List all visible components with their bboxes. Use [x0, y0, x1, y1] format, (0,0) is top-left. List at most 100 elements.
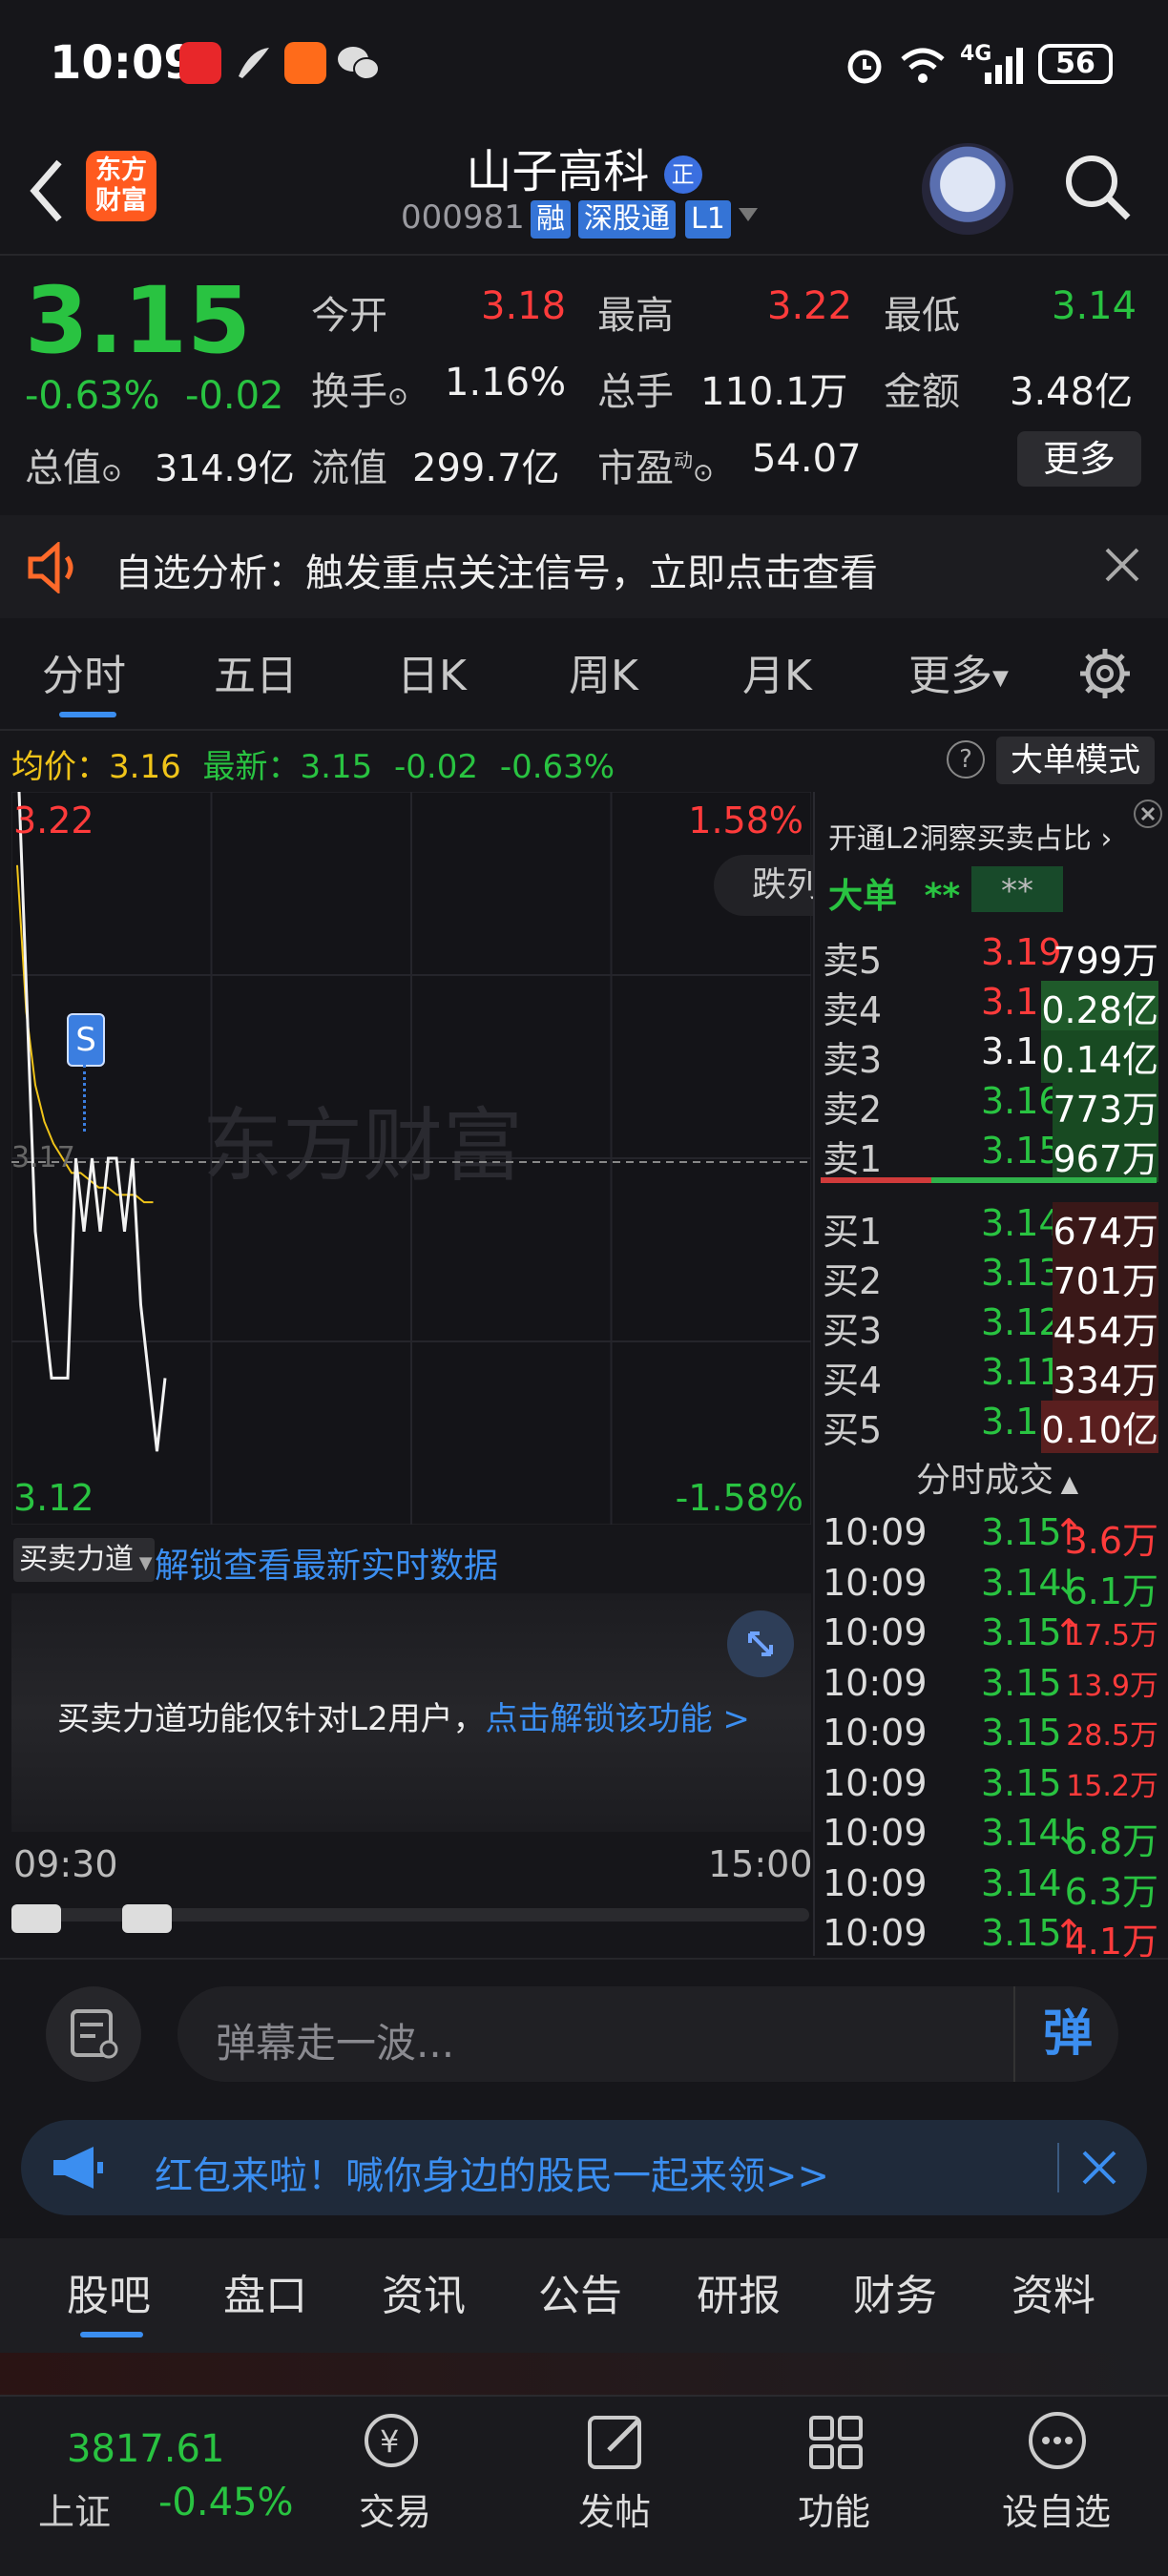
bid-volume: 674万 — [1053, 1202, 1158, 1255]
range-handle-right[interactable] — [122, 1904, 172, 1933]
trade-price: 3.15 — [981, 1712, 1062, 1754]
active-tab-indicator — [59, 712, 116, 717]
more-options-icon[interactable] — [1019, 2408, 1095, 2475]
trade-icon[interactable]: ¥ — [353, 2408, 429, 2475]
amount-value: 3.48亿 — [1010, 370, 1134, 414]
pe-label: 市盈动⊙ — [597, 447, 714, 490]
danmu-send-button[interactable]: 弹 — [1013, 1986, 1120, 2082]
trade-row: 10:09 3.14 ↓ 6.1万 — [823, 1561, 1166, 1612]
bid-label: 买1 — [823, 1211, 883, 1253]
expand-icon[interactable] — [727, 1610, 794, 1677]
nav-post[interactable]: 发帖 — [578, 2483, 651, 2535]
nav-trade[interactable]: 交易 — [359, 2483, 431, 2535]
red-packet-banner[interactable]: 红包来啦！喊你身边的股民一起来领>> — [21, 2120, 1147, 2215]
tab-daily-k[interactable]: 日K — [397, 641, 467, 702]
change-percent: -0.63% — [25, 374, 160, 418]
ask-price: 3.15 — [981, 1130, 1062, 1172]
trade-price: 3.14 — [981, 1861, 1062, 1904]
trade-row: 10:09 3.15 ↑ 17.5万 — [823, 1611, 1166, 1661]
trade-row: 10:09 3.15 13.9万 — [823, 1662, 1166, 1712]
trade-volume: 6.8万 — [1064, 1820, 1158, 1862]
y-axis-min: 3.12 — [13, 1477, 94, 1519]
feed-preview-strip — [0, 2353, 1168, 2395]
notes-icon[interactable] — [46, 1986, 141, 2082]
chevron-down-icon[interactable] — [739, 208, 758, 221]
low-value: 3.14 — [1052, 284, 1137, 328]
bid-row: 买5 3.10 0.10亿 — [823, 1401, 1166, 1453]
big-order-value-box: ** — [971, 866, 1063, 912]
index-value[interactable]: 3817.61 — [67, 2427, 224, 2471]
danmu-input[interactable]: 弹幕走一波... 弹 — [177, 1986, 1118, 2082]
index-name[interactable]: 上证 — [38, 2483, 111, 2535]
taobao-notification-icon — [284, 42, 326, 84]
feather-notification-icon — [231, 42, 273, 84]
tab-intraday[interactable]: 分时 — [42, 641, 126, 702]
tab-monthly-k[interactable]: 月K — [742, 641, 812, 702]
tag-level: L1 — [685, 200, 731, 239]
bid-volume: 701万 — [1053, 1252, 1158, 1304]
trade-time: 10:09 — [823, 1812, 928, 1854]
close-icon[interactable] — [1080, 2149, 1118, 2187]
tab-announcements[interactable]: 公告 — [538, 2261, 622, 2322]
trade-volume: 13.9万 — [1066, 1669, 1158, 1703]
trade-volume: 28.5万 — [1066, 1719, 1158, 1753]
tab-news[interactable]: 资讯 — [382, 2261, 466, 2322]
status-bar: 10:09 4G 56 — [0, 0, 1168, 134]
tab-profile[interactable]: 资料 — [1012, 2261, 1095, 2322]
trade-price: 3.14 — [981, 1561, 1062, 1604]
signal-marker[interactable]: S — [67, 1013, 105, 1067]
bid-label: 买5 — [823, 1409, 883, 1451]
chart-svg: 东方财富 — [10, 791, 812, 1526]
close-icon[interactable] — [1134, 800, 1162, 828]
tab-forum[interactable]: 股吧 — [67, 2261, 151, 2322]
range-handle-left[interactable] — [11, 1904, 61, 1933]
notice-bar[interactable]: 自选分析：触发重点关注信号，立即点击查看 — [0, 515, 1168, 618]
stock-name: 山子高科 — [466, 145, 650, 198]
float-label: 流值 — [311, 447, 387, 490]
tab-weekly-k[interactable]: 周K — [569, 641, 638, 702]
clock: 10:09 — [50, 36, 196, 90]
close-icon[interactable] — [1101, 544, 1143, 586]
nav-functions[interactable]: 功能 — [798, 2483, 870, 2535]
nav-add-watchlist[interactable]: 设自选 — [1002, 2483, 1111, 2535]
divider — [1057, 2143, 1059, 2192]
unlock-feature-link[interactable]: 点击解锁该功能 > — [486, 1700, 750, 1738]
help-icon[interactable]: ? — [947, 740, 985, 779]
more-button[interactable]: 更多 — [1017, 431, 1141, 487]
trade-price: 3.15 — [981, 1511, 1062, 1553]
bid-row: 买1 3.14 674万 — [823, 1202, 1166, 1255]
big-order-mode-button[interactable]: 大单模式 — [996, 737, 1155, 784]
trade-volume: 6.1万 — [1064, 1569, 1158, 1612]
search-icon[interactable] — [1061, 151, 1134, 223]
order-book-panel: 开通L2洞察买卖占比 › 大单 ** ** 卖5 3.19 799万 卖4 3.18 0.… — [813, 792, 1168, 1963]
tab-research[interactable]: 研报 — [697, 2261, 781, 2322]
l2-upgrade-link[interactable]: 开通L2洞察买卖占比 › — [828, 815, 1112, 857]
trade-price: 3.15 — [981, 1661, 1062, 1704]
tab-handicap[interactable]: 盘口 — [223, 2261, 307, 2322]
trade-time: 10:09 — [823, 1511, 928, 1553]
index-change[interactable]: -0.45% — [158, 2481, 294, 2524]
trade-time: 10:09 — [823, 1661, 928, 1704]
tab-more[interactable]: 更多▼ — [908, 641, 1009, 702]
info-icon: ⊙ — [387, 383, 408, 411]
ask-label: 卖5 — [823, 940, 883, 982]
caret-up-icon: ▲ — [1053, 1470, 1079, 1497]
high-value: 3.22 — [767, 284, 853, 328]
intraday-chart[interactable]: 东方财富 3.22 1.58% 3.12 -1.58% 3.17 跌列 S — [10, 791, 876, 1526]
robot-assistant-icon[interactable] — [922, 143, 1013, 235]
tab-finance[interactable]: 财务 — [853, 2261, 937, 2322]
battery-level: 56 — [1055, 47, 1095, 80]
force-select[interactable]: 买卖力道 ▼ — [13, 1538, 155, 1582]
unlock-realtime-link[interactable]: 解锁查看最新实时数据 — [155, 1538, 498, 1588]
tab-five-day[interactable]: 五日 — [214, 641, 298, 702]
pe-value: 54.07 — [752, 437, 862, 481]
tag-margin: 融 — [531, 200, 571, 239]
gear-icon[interactable] — [1076, 645, 1134, 702]
signal-icon — [983, 46, 1027, 84]
volume-label: 总手 — [597, 370, 674, 414]
post-icon[interactable] — [578, 2408, 655, 2475]
bid-price: 3.11 — [981, 1351, 1062, 1393]
trades-header[interactable]: 分时成交 ▲ — [916, 1452, 1078, 1502]
trade-price: 3.15 — [981, 1611, 1062, 1653]
functions-icon[interactable] — [798, 2408, 874, 2475]
